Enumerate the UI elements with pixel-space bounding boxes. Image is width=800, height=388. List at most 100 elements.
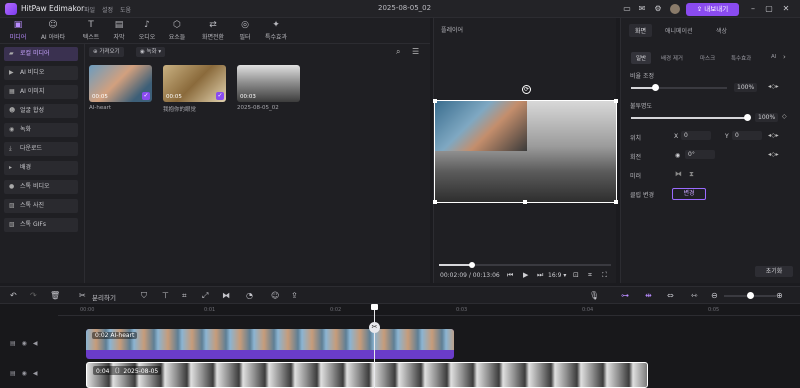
sidebar-item-local-media[interactable]: ▰ 로컬 미디어 [4, 47, 78, 61]
subtab-remove-bg[interactable]: 배경 제거 [661, 54, 683, 62]
scale-slider[interactable] [631, 84, 727, 91]
monitor-icon[interactable]: ▭ [622, 4, 632, 14]
text-icon[interactable]: ⊤ [162, 291, 169, 300]
media-thumbnail[interactable]: 00:05 ✓ [89, 65, 152, 102]
sidebar-item-ai-video[interactable]: ▶ AI 비디오 [4, 66, 78, 80]
track-controls[interactable]: ▤◉◀ [10, 340, 44, 347]
subtab-ai[interactable]: AI [771, 54, 776, 60]
slider-knob[interactable] [652, 84, 659, 91]
sidebar-item-record[interactable]: ◉ 녹화 [4, 123, 78, 137]
position-y-input[interactable]: 0 [732, 131, 762, 140]
keyframe-icon[interactable]: ◂◇▸ [768, 132, 779, 139]
snapshot-icon[interactable]: ⊡ [573, 271, 579, 279]
tab-effects[interactable]: ✦ 특수효과 [260, 20, 292, 42]
tab-filter[interactable]: ◎ 필터 [230, 20, 260, 42]
list-view-icon[interactable]: ☰ [412, 47, 419, 56]
tab-elements[interactable]: ⬡ 요소들 [162, 20, 192, 42]
opacity-value[interactable]: 100% [755, 113, 779, 122]
link-icon[interactable]: ⊶ [621, 291, 629, 300]
next-frame-icon[interactable]: ⏭ [537, 271, 543, 280]
crop-icon[interactable]: ⌗ [182, 291, 187, 301]
zoom-knob[interactable] [747, 292, 754, 299]
minimize-icon[interactable]: – [748, 4, 758, 14]
scissors-icon[interactable]: ✂ [369, 322, 380, 333]
tab-text[interactable]: T 텍스트 [76, 20, 106, 42]
undo-icon[interactable]: ↶ [10, 291, 17, 300]
resize-handle[interactable] [614, 200, 618, 204]
tab-color[interactable]: 색상 [716, 26, 727, 35]
rotate-input[interactable]: 0° [685, 150, 715, 159]
zoom-in-icon[interactable]: ⊕ [776, 291, 783, 300]
reset-button[interactable]: 초기화 [755, 266, 793, 277]
message-icon[interactable]: ✉ [637, 4, 647, 14]
delete-icon[interactable]: 🗑 [50, 291, 60, 300]
tab-screen[interactable]: 화면 [629, 24, 653, 37]
tab-animation[interactable]: 애니메이션 [665, 26, 693, 35]
time-ruler[interactable]: 00:00 0:01 0:02 0:03 0:04 0:05 [58, 304, 800, 316]
menu-help[interactable]: 도움 [120, 5, 131, 14]
tab-media[interactable]: ▣ 미디어 [3, 20, 33, 42]
mirror-icon[interactable]: ⧓ [222, 291, 230, 300]
change-button[interactable]: 변경 [672, 188, 706, 200]
sidebar-item-stock-video[interactable]: ● 스톡 비디오 [4, 180, 78, 194]
resize-handle[interactable] [523, 200, 527, 204]
subtab-mask[interactable]: 마스크 [700, 54, 715, 62]
timeline-clip[interactable]: 0:02 AI-heart [86, 329, 454, 359]
tab-audio[interactable]: ♪ 오디오 [132, 20, 162, 42]
export-frame-icon[interactable]: ⇪ [291, 291, 298, 300]
sidebar-item-ai-image[interactable]: ▦ AI 이미지 [4, 85, 78, 99]
speed-icon[interactable]: ◔ [246, 291, 253, 300]
tab-transition[interactable]: ⇄ 화면전환 [196, 20, 230, 42]
sidebar-item-background[interactable]: ▸ 배경 [4, 161, 78, 175]
sidebar-item-stock-gifs[interactable]: ▧ 스톡 GIFs [4, 218, 78, 232]
fit-icon[interactable]: ⇔ [667, 291, 674, 300]
tab-subtitle[interactable]: ▤ 자막 [104, 20, 134, 42]
subtab-effects[interactable]: 특수효과 [731, 54, 751, 62]
face-icon[interactable]: ☺ [271, 291, 279, 300]
close-icon[interactable]: ✕ [781, 4, 791, 14]
resize-handle[interactable] [614, 99, 618, 103]
pip-image[interactable] [435, 101, 527, 151]
rotate-icon[interactable]: ⟳ [522, 85, 531, 94]
rotate-dial-icon[interactable]: ◉ [675, 152, 680, 159]
import-button[interactable]: ⊕ 가져오기 [89, 47, 124, 57]
snap-icon[interactable]: ⇹ [645, 291, 652, 300]
play-icon[interactable]: ▶ [523, 271, 528, 279]
playback-progress[interactable] [439, 262, 611, 268]
search-icon[interactable]: ⌕ [396, 47, 400, 57]
keyframe-icon[interactable]: ◂◇▸ [768, 83, 779, 90]
shield-icon[interactable]: ⛉ [141, 291, 147, 301]
zoom-fit-icon[interactable]: ⇿ [691, 291, 698, 300]
gear-icon[interactable]: ⚙ [653, 4, 663, 14]
menu-settings[interactable]: 설정 [102, 5, 113, 14]
resize-icon[interactable]: ⤢ [202, 291, 208, 301]
media-thumbnail[interactable]: 00:05 ✓ [163, 65, 226, 102]
fullscreen-icon[interactable]: ⛶ [602, 271, 607, 280]
prev-frame-icon[interactable]: ⏮ [507, 271, 513, 280]
microphone-icon[interactable]: 🎙 [589, 291, 599, 300]
aspect-ratio-dropdown[interactable]: 16:9 ▾ [548, 272, 566, 279]
keyframe-icon[interactable]: ◂◇▸ [768, 151, 779, 158]
record-dropdown[interactable]: ◉ 녹화 ▾ [136, 47, 166, 57]
flip-vertical-icon[interactable]: ⧗ [689, 170, 694, 179]
media-thumbnail[interactable]: 00:03 [237, 65, 300, 102]
playhead-handle[interactable] [371, 304, 378, 310]
resize-handle[interactable] [433, 99, 437, 103]
playhead[interactable] [374, 304, 375, 388]
resize-handle[interactable] [433, 200, 437, 204]
split-button[interactable]: 분리하기 [92, 292, 116, 302]
timeline-clip[interactable]: 0:04 〔〕2025-08-05 [86, 362, 648, 388]
flip-horizontal-icon[interactable]: ⧓ [675, 170, 682, 178]
progress-knob[interactable] [469, 262, 475, 268]
position-x-input[interactable]: 0 [681, 131, 711, 140]
opacity-slider[interactable] [631, 114, 751, 121]
redo-icon[interactable]: ↷ [30, 291, 37, 300]
sidebar-item-download[interactable]: ⤓ 다운로드 [4, 142, 78, 156]
chevron-right-icon[interactable]: › [783, 53, 786, 61]
avatar[interactable] [670, 4, 680, 14]
zoom-out-icon[interactable]: ⊖ [711, 291, 718, 300]
track-controls[interactable]: ▤◉◀ [10, 370, 44, 377]
export-button[interactable]: ⇪ 내보내기 [686, 3, 739, 16]
grid-icon[interactable]: ⌗ [588, 271, 592, 280]
scale-value[interactable]: 100% [734, 83, 758, 92]
